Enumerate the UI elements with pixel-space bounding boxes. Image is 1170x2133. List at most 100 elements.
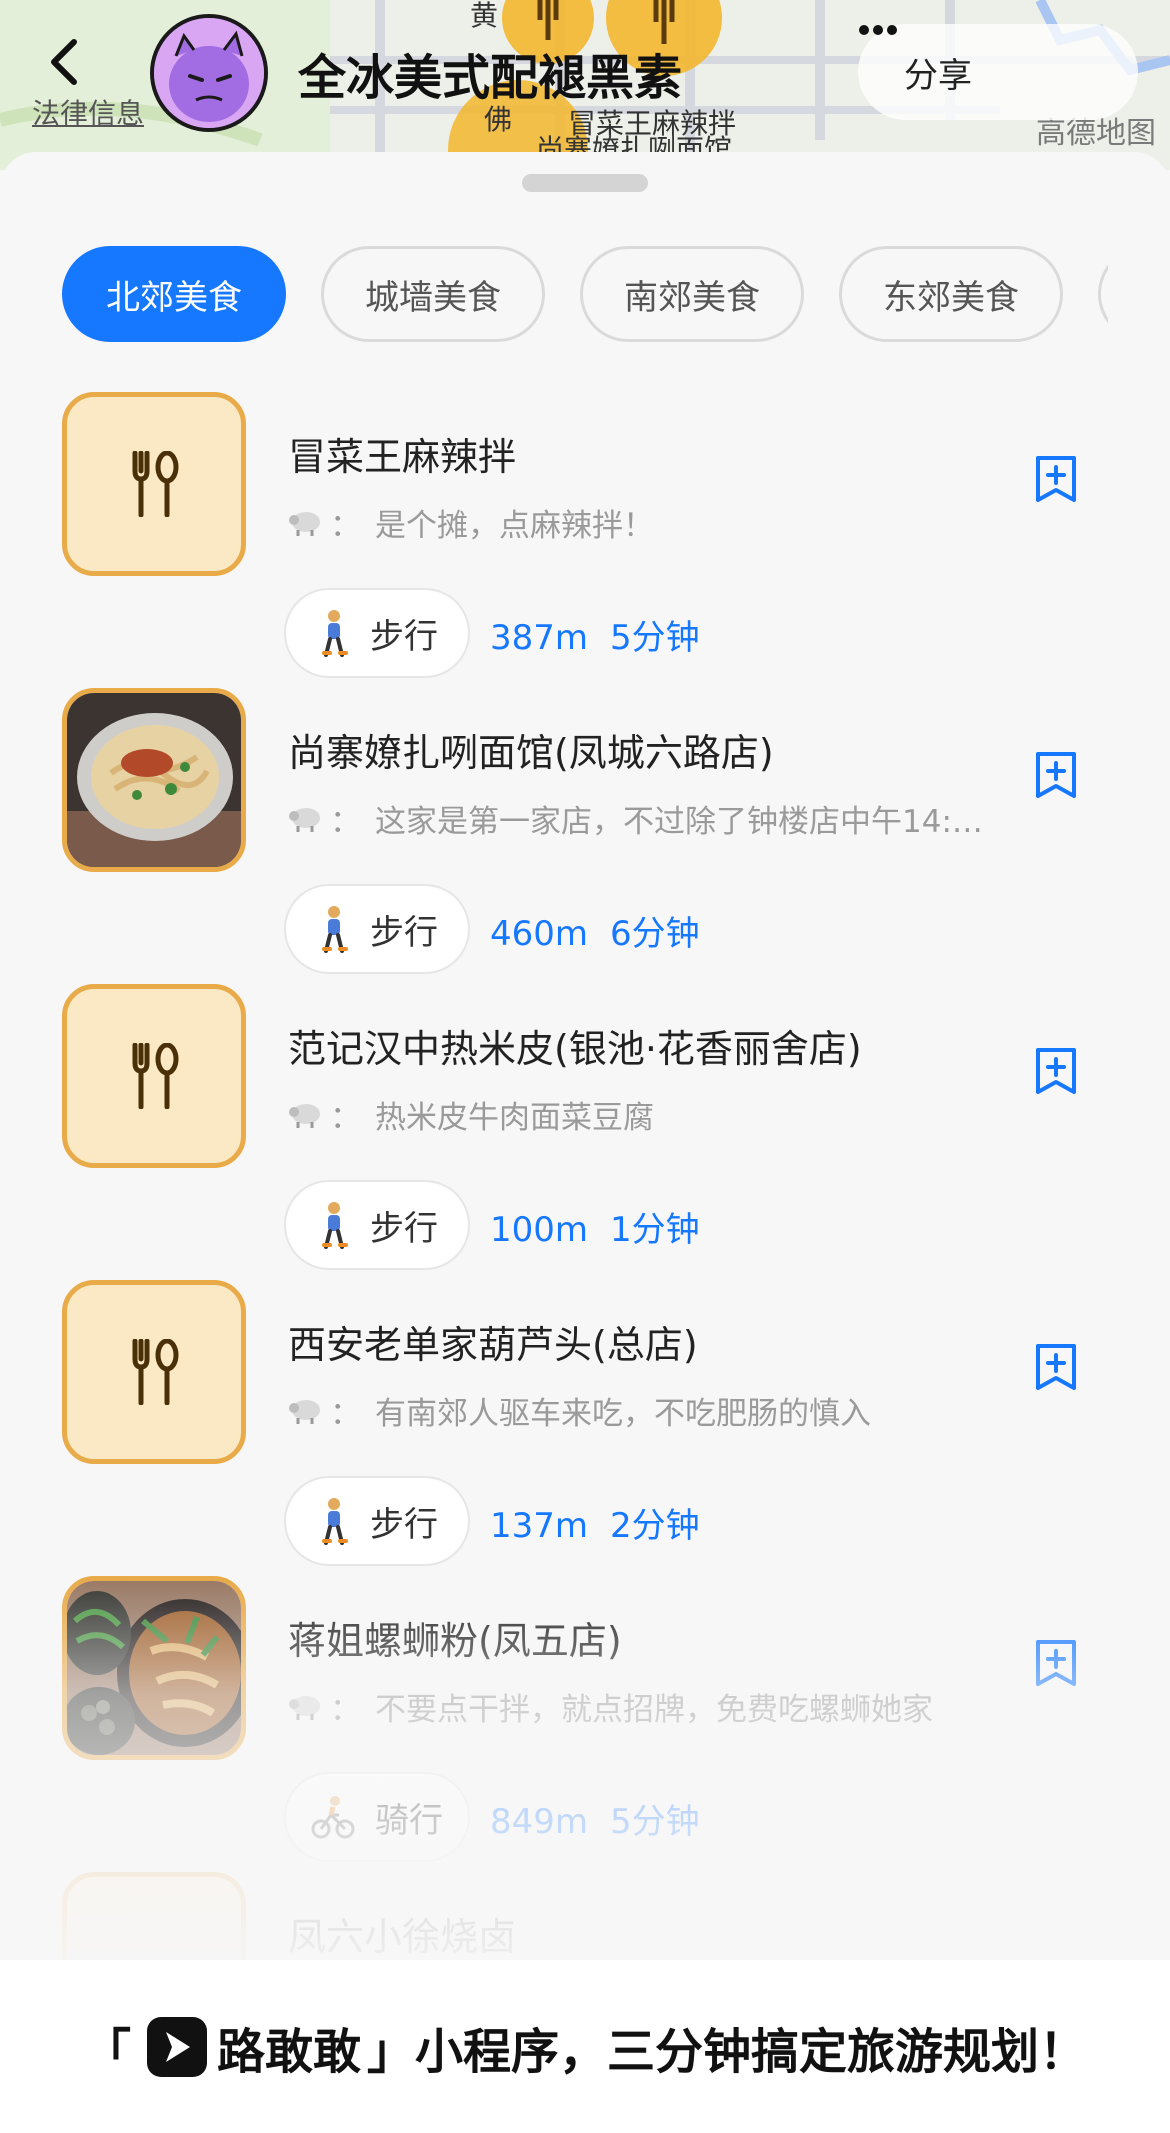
- cycling-icon: [311, 1796, 355, 1839]
- walking-icon: [322, 1498, 348, 1545]
- bookmark-add-icon[interactable]: [1034, 1342, 1078, 1392]
- poi-name: 范记汉中热米皮(银池·花香丽舍店): [288, 1027, 862, 1071]
- travel-mode-button[interactable]: 步行: [284, 588, 470, 678]
- distance-time: 100m 1分钟: [490, 1202, 700, 1251]
- bookmark-add-icon[interactable]: [1034, 750, 1078, 800]
- sheep-icon: [289, 807, 320, 832]
- travel-time: 6分钟: [610, 914, 700, 954]
- note-colon: ：: [330, 1692, 361, 1728]
- more-button[interactable]: [859, 24, 1138, 120]
- poi-note-text: 是个摊，点麻辣拌！: [375, 508, 654, 544]
- distance: 100m: [490, 1210, 589, 1250]
- poi-note-text: 热米皮牛肉面菜豆腐: [375, 1100, 654, 1136]
- tab-city-wall[interactable]: 城墙美食: [321, 246, 545, 342]
- tab-more[interactable]: [1098, 246, 1108, 342]
- poi-name: 西安老单家葫芦头(总店): [288, 1323, 698, 1367]
- distance: 460m: [490, 914, 589, 954]
- travel-mode-button[interactable]: 步行: [284, 884, 470, 974]
- travel-mode-button[interactable]: 步行: [284, 1476, 470, 1566]
- poi-note-text: 这家是第一家店，不过除了钟楼店中午14:…: [375, 804, 983, 840]
- distance-time: 849m 5分钟: [490, 1794, 700, 1843]
- bookmark-add-icon[interactable]: [1034, 1046, 1078, 1096]
- tab-north[interactable]: 北郊美食: [62, 246, 286, 342]
- restaurant-thumbnail: [62, 984, 246, 1168]
- utensils-icon: [132, 1339, 179, 1405]
- snail-noodle-photo: [67, 1581, 241, 1755]
- purple-monster-avatar-icon: [154, 18, 264, 128]
- utensils-icon: [132, 1043, 179, 1109]
- list-item[interactable]: 西安老单家葫芦头(总店) ： 有南郊人驱车来吃，不吃肥肠的慎入 步行 137m 2分…: [0, 1280, 1170, 1576]
- bookmark-add-icon[interactable]: [1034, 1638, 1078, 1688]
- restaurant-thumbnail: [62, 688, 246, 872]
- note-colon: ：: [330, 1100, 361, 1136]
- travel-mode-label: 步行: [370, 616, 438, 657]
- bookmark-add-icon[interactable]: [1034, 454, 1078, 504]
- sheep-icon: [289, 1695, 320, 1720]
- back-button[interactable]: [46, 36, 102, 106]
- avatar[interactable]: [150, 14, 268, 132]
- restaurant-thumbnail: [62, 1280, 246, 1464]
- poi-note: ： 这家是第一家店，不过除了钟楼店中午14:…: [288, 796, 1008, 841]
- travel-time: 5分钟: [610, 1802, 700, 1842]
- poi-name: 蒋姐螺蛳粉(凤五店): [288, 1619, 622, 1663]
- distance: 849m: [490, 1802, 589, 1842]
- sheep-icon: [289, 1103, 320, 1128]
- app-logo-icon: [146, 2016, 207, 2077]
- restaurant-thumbnail: [62, 392, 246, 576]
- list-item[interactable]: 蒋姐螺蛳粉(凤五店) ： 不要点干拌，就点招牌，免费吃螺蛳她家 骑行 849m 5分…: [0, 1576, 1170, 1872]
- tab-east[interactable]: 东郊美食: [839, 246, 1063, 342]
- note-colon: ：: [330, 804, 361, 840]
- distance: 387m: [490, 618, 589, 658]
- open-quote: 「: [82, 2023, 131, 2080]
- play-arrow-icon: [165, 2031, 190, 2062]
- note-colon: ：: [330, 1396, 361, 1432]
- poi-name: 冒菜王麻辣拌: [288, 435, 517, 479]
- poi-note: ： 热米皮牛肉面菜豆腐: [288, 1092, 1008, 1137]
- route-title: 全冰美式配褪黑素: [298, 50, 683, 106]
- close-quote: 」: [367, 2023, 416, 2080]
- top-action-capsule: 分享: [858, 24, 1138, 120]
- more-dots-icon: [859, 25, 897, 35]
- poi-note: ： 是个摊，点麻辣拌！: [288, 500, 1008, 545]
- poi-note: ： 不要点干拌，就点招牌，免费吃螺蛳她家: [288, 1684, 1008, 1729]
- sheep-icon: [289, 511, 320, 536]
- tab-south[interactable]: 南郊美食: [580, 246, 804, 342]
- poi-name: 尚寨嫽扎咧面馆(凤城六路店): [288, 731, 774, 775]
- distance-time: 387m 5分钟: [490, 610, 700, 659]
- walking-icon: [322, 906, 348, 953]
- distance-time: 460m 6分钟: [490, 906, 700, 955]
- noodle-dish-photo: [67, 693, 241, 867]
- drag-handle[interactable]: [522, 174, 648, 192]
- list-item[interactable]: 冒菜王麻辣拌 ： 是个摊，点麻辣拌！ 步行 387m 5分钟: [0, 392, 1170, 688]
- note-colon: ：: [330, 508, 361, 544]
- map-label: 黄: [470, 0, 499, 32]
- travel-time: 2分钟: [610, 1506, 700, 1546]
- promo-banner[interactable]: 「 路敢敢 」 小程序，三分钟搞定旅游规划！: [0, 1960, 1170, 2133]
- travel-time: 1分钟: [610, 1210, 700, 1250]
- brand-name: 路敢敢: [216, 2023, 361, 2080]
- walking-icon: [322, 1202, 348, 1249]
- chevron-left-icon: [51, 39, 77, 85]
- travel-mode-label: 骑行: [375, 1800, 443, 1841]
- restaurant-thumbnail: [62, 1576, 246, 1760]
- poi-note: ： 有南郊人驱车来吃，不吃肥肠的慎入: [288, 1388, 1008, 1433]
- utensils-icon: [132, 451, 179, 517]
- travel-mode-button[interactable]: 骑行: [284, 1772, 470, 1862]
- list-item[interactable]: 尚寨嫽扎咧面馆(凤城六路店) ： 这家是第一家店，不过除了钟楼店中午14:… 步行…: [0, 688, 1170, 984]
- travel-mode-label: 步行: [370, 1504, 438, 1545]
- map-header[interactable]: 黄 佛 冒菜王麻辣拌 尚寨嫽扎咧面馆 高德地图 法律信息 全冰美式配褪黑素 分享: [0, 0, 1170, 170]
- travel-mode-label: 步行: [370, 912, 438, 953]
- sheep-icon: [289, 1399, 320, 1424]
- distance: 137m: [490, 1506, 589, 1546]
- list-item[interactable]: 范记汉中热米皮(银池·花香丽舍店) ： 热米皮牛肉面菜豆腐 步行 100m 1分钟: [0, 984, 1170, 1280]
- travel-time: 5分钟: [610, 618, 700, 658]
- area-tabs: 北郊美食 城墙美食 南郊美食 东郊美食: [62, 246, 1108, 342]
- travel-mode-label: 步行: [370, 1208, 438, 1249]
- share-button[interactable]: 分享: [858, 48, 1018, 97]
- poi-note-text: 有南郊人驱车来吃，不吃肥肠的慎入: [375, 1396, 871, 1432]
- slogan: 小程序，三分钟搞定旅游规划！: [415, 2023, 1088, 2080]
- travel-mode-button[interactable]: 步行: [284, 1180, 470, 1270]
- distance-time: 137m 2分钟: [490, 1498, 700, 1547]
- poi-name: 凤六小徐烧卤: [288, 1915, 517, 1959]
- poi-note-text: 不要点干拌，就点招牌，免费吃螺蛳她家: [375, 1692, 933, 1728]
